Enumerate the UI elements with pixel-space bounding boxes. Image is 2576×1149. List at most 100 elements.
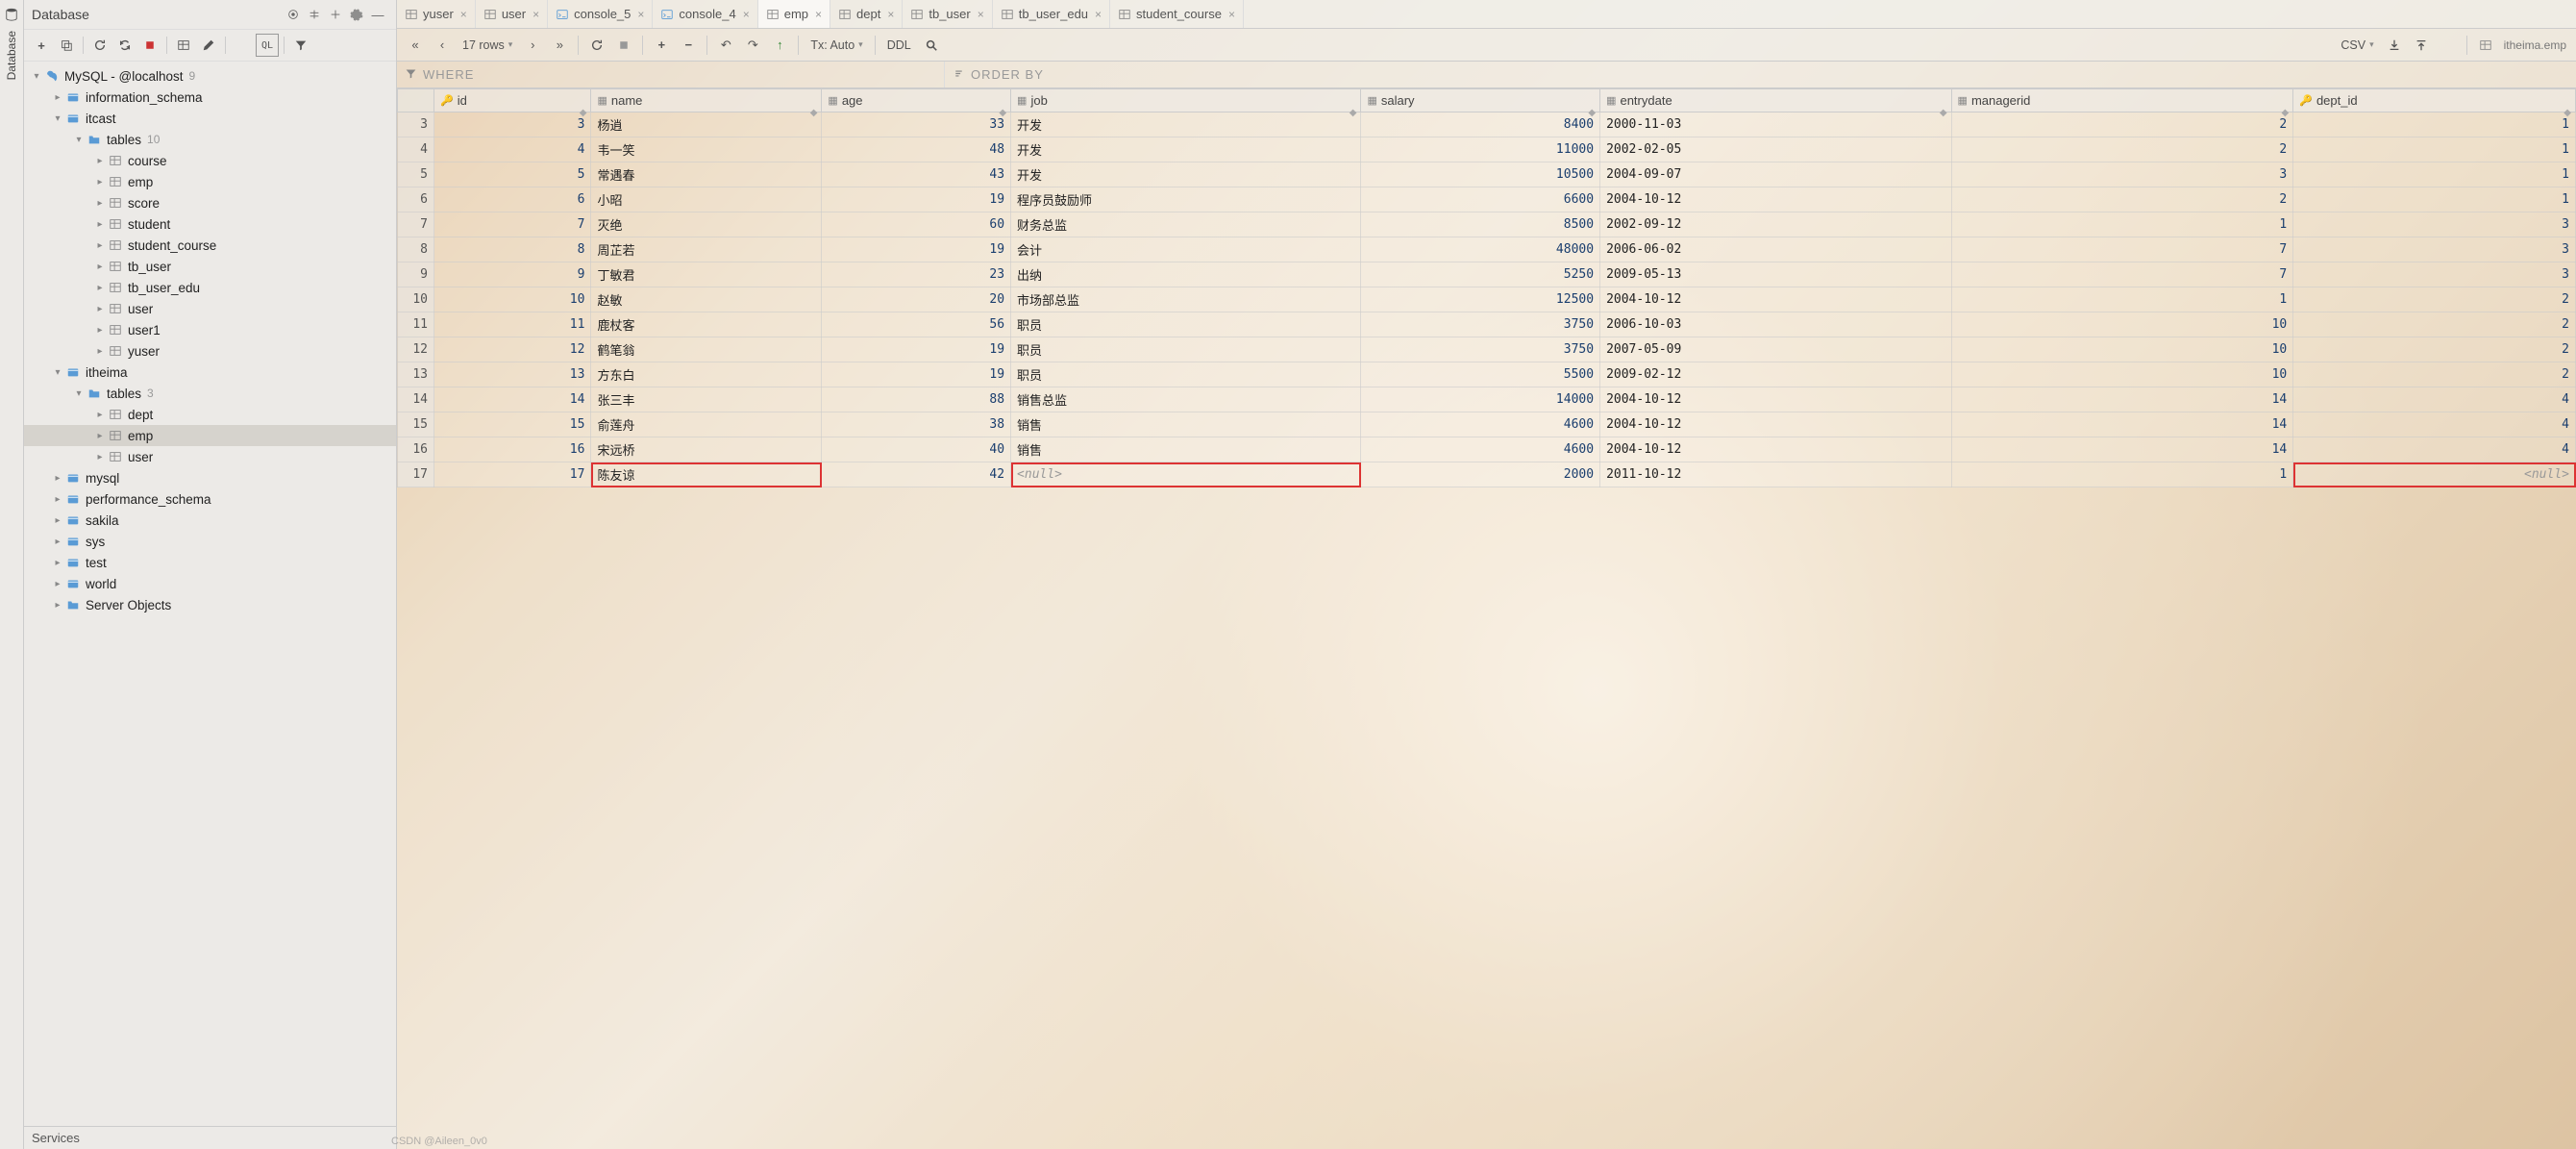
cell-managerid[interactable]: 1 xyxy=(1951,212,2293,237)
cell-entrydate[interactable]: 2004-10-12 xyxy=(1600,287,1951,312)
cell-dept_id[interactable]: 3 xyxy=(2293,262,2576,287)
cell-name[interactable]: 陈友谅 xyxy=(591,462,822,487)
cell-salary[interactable]: 48000 xyxy=(1361,237,1600,262)
cell-entrydate[interactable]: 2007-05-09 xyxy=(1600,337,1951,362)
search-icon[interactable] xyxy=(919,33,944,58)
tree-node-emp[interactable]: ▸emp xyxy=(24,425,396,446)
cell-entrydate[interactable]: 2006-10-03 xyxy=(1600,312,1951,337)
tree-node-sys[interactable]: ▸sys xyxy=(24,531,396,552)
close-tab-icon[interactable]: × xyxy=(815,8,822,21)
cell-id[interactable]: 11 xyxy=(434,312,591,337)
cell-salary[interactable]: 14000 xyxy=(1361,387,1600,412)
cell-managerid[interactable]: 7 xyxy=(1951,237,2293,262)
cell-id[interactable]: 15 xyxy=(434,412,591,437)
cell-managerid[interactable]: 1 xyxy=(1951,462,2293,487)
tab-yuser[interactable]: yuser× xyxy=(397,0,476,28)
rows-count-label[interactable]: 17 rows ▾ xyxy=(457,38,518,52)
tab-console_5[interactable]: console_5× xyxy=(548,0,653,28)
tx-mode-label[interactable]: Tx: Auto ▾ xyxy=(805,38,868,52)
duplicate-icon[interactable] xyxy=(55,34,78,57)
tree-node-user[interactable]: ▸user xyxy=(24,446,396,467)
cell-name[interactable]: 俞莲舟 xyxy=(591,412,822,437)
tree-node-yuser[interactable]: ▸yuser xyxy=(24,340,396,362)
cell-managerid[interactable]: 2 xyxy=(1951,137,2293,162)
table-row[interactable]: 66小昭19程序员鼓励师66002004-10-1221 xyxy=(398,187,2576,212)
sort-icon[interactable]: ◆ xyxy=(810,108,818,118)
cell-job[interactable]: 开发 xyxy=(1011,137,1361,162)
cell-age[interactable]: 19 xyxy=(822,362,1011,387)
add-row-icon[interactable]: + xyxy=(649,33,674,58)
cell-entrydate[interactable]: 2009-02-12 xyxy=(1600,362,1951,387)
ddl-button[interactable]: DDL xyxy=(881,38,917,52)
orderby-filter[interactable]: ORDER BY xyxy=(945,62,1052,87)
cell-job[interactable]: 职员 xyxy=(1011,337,1361,362)
cell-id[interactable]: 5 xyxy=(434,162,591,187)
table-row[interactable]: 1616宋远桥40销售46002004-10-12144 xyxy=(398,437,2576,462)
cell-dept_id[interactable]: 1 xyxy=(2293,137,2576,162)
cell-name[interactable]: 鹿杖客 xyxy=(591,312,822,337)
cell-salary[interactable]: 8400 xyxy=(1361,112,1600,137)
table-row[interactable]: 55常遇春43开发105002004-09-0731 xyxy=(398,162,2576,187)
cancel-query-icon[interactable] xyxy=(611,33,636,58)
cell-age[interactable]: 43 xyxy=(822,162,1011,187)
cell-entrydate[interactable]: 2004-10-12 xyxy=(1600,437,1951,462)
settings-icon[interactable] xyxy=(346,4,367,25)
cell-job[interactable]: 销售 xyxy=(1011,437,1361,462)
cell-managerid[interactable]: 3 xyxy=(1951,162,2293,187)
tab-tb_user_edu[interactable]: tb_user_edu× xyxy=(993,0,1110,28)
result-grid-wrapper[interactable]: 🔑 id◆▦ name◆▦ age◆▦ job◆▦ salary◆▦ entry… xyxy=(397,88,2576,1137)
tree-node-performance_schema[interactable]: ▸performance_schema xyxy=(24,488,396,510)
sort-icon[interactable]: ◆ xyxy=(2282,108,2290,118)
cell-age[interactable]: 42 xyxy=(822,462,1011,487)
tree-node-score[interactable]: ▸score xyxy=(24,192,396,213)
tab-emp[interactable]: emp× xyxy=(758,0,830,28)
cell-entrydate[interactable]: 2004-10-12 xyxy=(1600,412,1951,437)
cell-dept_id[interactable]: 3 xyxy=(2293,212,2576,237)
cell-dept_id[interactable]: 4 xyxy=(2293,387,2576,412)
close-tab-icon[interactable]: × xyxy=(978,8,984,21)
cell-name[interactable]: 周芷若 xyxy=(591,237,822,262)
column-header-age[interactable]: ▦ age◆ xyxy=(822,89,1011,112)
cell-salary[interactable]: 8500 xyxy=(1361,212,1600,237)
cell-entrydate[interactable]: 2004-09-07 xyxy=(1600,162,1951,187)
cell-dept_id[interactable]: 2 xyxy=(2293,312,2576,337)
minimize-icon[interactable]: — xyxy=(367,4,388,25)
cell-salary[interactable]: 6600 xyxy=(1361,187,1600,212)
cell-entrydate[interactable]: 2009-05-13 xyxy=(1600,262,1951,287)
column-header-salary[interactable]: ▦ salary◆ xyxy=(1361,89,1600,112)
cell-job[interactable]: 会计 xyxy=(1011,237,1361,262)
tree-node-tb_user[interactable]: ▸tb_user xyxy=(24,256,396,277)
sort-icon[interactable]: ◆ xyxy=(1940,108,1947,118)
cell-salary[interactable]: 10500 xyxy=(1361,162,1600,187)
pin-icon[interactable] xyxy=(2436,33,2461,58)
table-row[interactable]: 1212鹤笔翁19职员37502007-05-09102 xyxy=(398,337,2576,362)
cell-id[interactable]: 14 xyxy=(434,387,591,412)
cell-age[interactable]: 23 xyxy=(822,262,1011,287)
first-page-icon[interactable]: « xyxy=(403,33,428,58)
commit-icon[interactable]: ↷ xyxy=(740,33,765,58)
cell-name[interactable]: 杨逍 xyxy=(591,112,822,137)
cell-id[interactable]: 10 xyxy=(434,287,591,312)
tree-node-Server-Objects[interactable]: ▸Server Objects xyxy=(24,594,396,615)
tab-tb_user[interactable]: tb_user× xyxy=(903,0,992,28)
tree-node-user[interactable]: ▸user xyxy=(24,298,396,319)
tree-node-course[interactable]: ▸course xyxy=(24,150,396,171)
cell-id[interactable]: 13 xyxy=(434,362,591,387)
cell-salary[interactable]: 3750 xyxy=(1361,337,1600,362)
cell-job[interactable]: 市场部总监 xyxy=(1011,287,1361,312)
tree-node-student_course[interactable]: ▸student_course xyxy=(24,235,396,256)
tree-node-tables[interactable]: ▾tables10 xyxy=(24,129,396,150)
cell-job[interactable]: 财务总监 xyxy=(1011,212,1361,237)
tree-node-tables[interactable]: ▾tables3 xyxy=(24,383,396,404)
cell-dept_id[interactable]: 2 xyxy=(2293,287,2576,312)
table-row[interactable]: 44韦一笑48开发110002002-02-0521 xyxy=(398,137,2576,162)
expand-icon[interactable] xyxy=(325,4,346,25)
column-header-entrydate[interactable]: ▦ entrydate◆ xyxy=(1600,89,1951,112)
tree-node-tb_user_edu[interactable]: ▸tb_user_edu xyxy=(24,277,396,298)
cell-job[interactable]: 销售 xyxy=(1011,412,1361,437)
cell-entrydate[interactable]: 2011-10-12 xyxy=(1600,462,1951,487)
cell-job[interactable]: 开发 xyxy=(1011,112,1361,137)
sort-icon[interactable]: ◆ xyxy=(1588,108,1596,118)
cell-id[interactable]: 3 xyxy=(434,112,591,137)
column-header-name[interactable]: ▦ name◆ xyxy=(591,89,822,112)
